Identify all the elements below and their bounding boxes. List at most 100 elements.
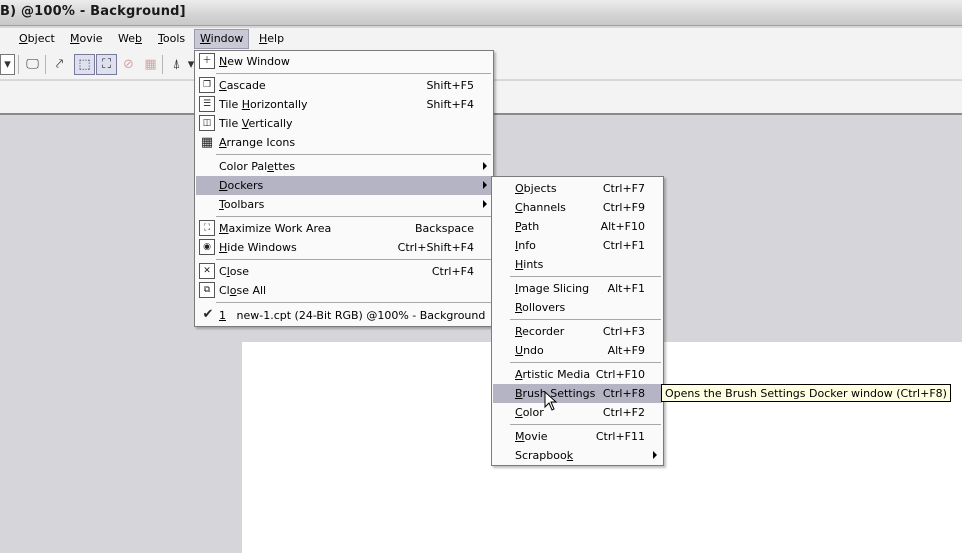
docker-item-scrapbook[interactable]: Scrapbook: [493, 446, 662, 465]
monitor-icon[interactable]: 🖵: [22, 54, 43, 75]
artistic-media-post: rtistic Media: [522, 368, 591, 381]
menu-web-key: b: [135, 32, 142, 45]
open-document-label: 1 new-1.cpt (24-Bit RGB) @100% - Backgro…: [219, 309, 485, 322]
tile-vertically-label: Tile Vertically: [219, 117, 293, 130]
objects-label: Objects: [515, 182, 557, 195]
mask-tool-icon[interactable]: ⬚: [74, 54, 95, 75]
docker-item-path[interactable]: Path Alt+F10: [493, 217, 662, 236]
channels-shortcut: Ctrl+F9: [602, 201, 645, 214]
docker-item-artistic-media[interactable]: Artistic Media Ctrl+F10: [493, 365, 662, 384]
tile-horizontally-icon: ☰: [199, 96, 215, 112]
menu-item-arrange-icons[interactable]: ▦ Arrange Icons: [196, 133, 492, 152]
menu-item-new-window[interactable]: ＋ New Window: [196, 52, 492, 71]
menu-item-dockers[interactable]: Dockers: [196, 176, 492, 195]
docker-item-recorder[interactable]: Recorder Ctrl+F3: [493, 322, 662, 341]
dockers-submenu: Objects Ctrl+F7 Channels Ctrl+F9 Path Al…: [491, 176, 664, 466]
menu-window-key: W: [200, 32, 211, 45]
grid-mask-icon[interactable]: ▦: [140, 54, 161, 75]
close-pre: C: [219, 265, 227, 278]
arrange-icons-label: Arrange Icons: [219, 136, 295, 149]
menu-separator: [216, 73, 491, 74]
docker-item-image-slicing[interactable]: Image Slicing Alt+F1: [493, 279, 662, 298]
new-window-post: ew Window: [227, 55, 290, 68]
menu-item-toolbars[interactable]: Toolbars: [196, 195, 492, 214]
color-palettes-label: Color Palettes: [219, 160, 295, 173]
checkmark-icon: ✔: [202, 306, 214, 322]
menu-item-close-all[interactable]: ⧉ Close All: [196, 281, 492, 300]
menu-movie-key: M: [70, 32, 80, 45]
toolbars-post: oolbars: [223, 198, 265, 211]
color-post: olor: [522, 406, 544, 419]
objects-shortcut: Ctrl+F7: [602, 182, 645, 195]
menu-item-color-palettes[interactable]: Color Palettes: [196, 157, 492, 176]
channels-post: hannels: [522, 201, 566, 214]
submenu-arrow-icon: [483, 162, 487, 170]
zoom-dropdown-arrow-icon[interactable]: ▾: [0, 54, 15, 75]
artistic-media-key: A: [515, 368, 523, 381]
recorder-shortcut: Ctrl+F3: [602, 325, 645, 338]
no-mask-icon[interactable]: ⊘: [118, 54, 139, 75]
menu-movie[interactable]: Movie: [64, 29, 109, 49]
docker-item-rollovers[interactable]: Rollovers: [493, 298, 662, 317]
menu-item-open-document[interactable]: ✔ 1 new-1.cpt (24-Bit RGB) @100% - Backg…: [196, 306, 492, 325]
close-all-post: se All: [236, 284, 267, 297]
image-slicing-post: mage Slicing: [518, 282, 590, 295]
cascade-post: ascade: [226, 79, 266, 92]
menu-tools-post: ools: [162, 32, 186, 45]
menu-item-tile-vertically[interactable]: ◫ Tile Vertically: [196, 114, 492, 133]
open-document-name: new-1.cpt (24-Bit RGB) @100% - Backgroun…: [236, 309, 486, 322]
objects-post: bjects: [523, 182, 557, 195]
toolbar-separator: [162, 55, 163, 74]
submenu-arrow-icon: [483, 200, 487, 208]
menu-separator: [216, 259, 491, 260]
marquee-tool-icon[interactable]: ⛶: [96, 54, 117, 75]
info-shortcut: Ctrl+F1: [602, 239, 645, 252]
channels-label: Channels: [515, 201, 566, 214]
tile-horizontally-post: orizontally: [250, 98, 308, 111]
menu-object[interactable]: Object: [13, 29, 61, 49]
close-all-label: Close All: [219, 284, 266, 297]
menu-item-tile-horizontally[interactable]: ☰ Tile Horizontally Shift+F4: [196, 95, 492, 114]
menu-web[interactable]: Web: [112, 29, 148, 49]
menu-item-hide-windows[interactable]: ◉ Hide Windows Ctrl+Shift+F4: [196, 238, 492, 257]
info-label: Info: [515, 239, 536, 252]
docker-item-color[interactable]: Color Ctrl+F2: [493, 403, 662, 422]
color-key: C: [515, 406, 523, 419]
docker-item-info[interactable]: Info Ctrl+F1: [493, 236, 662, 255]
arrange-icons-icon: ▦: [200, 134, 214, 150]
docker-item-brush-settings[interactable]: Brush Settings Ctrl+F8: [493, 384, 662, 403]
hints-post: ints: [523, 258, 544, 271]
pick-tool-icon[interactable]: ⤤: [49, 54, 70, 75]
scrapbook-label: Scrapbook: [515, 449, 573, 462]
new-window-key: N: [219, 55, 228, 68]
menu-window[interactable]: Window: [194, 29, 250, 49]
brush-settings-shortcut: Ctrl+F8: [602, 387, 645, 400]
launch-icon[interactable]: ⍋: [166, 54, 187, 75]
path-label: Path: [515, 220, 539, 233]
close-all-icon: ⧉: [199, 282, 215, 298]
docker-item-movie[interactable]: Movie Ctrl+F11: [493, 427, 662, 446]
artistic-media-label: Artistic Media: [515, 368, 590, 381]
menu-bar: Object Movie Web Tools Window Help: [0, 28, 962, 50]
toolbars-label: Toolbars: [219, 198, 264, 211]
menu-item-cascade[interactable]: ❐ Cascade Shift+F5: [196, 76, 492, 95]
undo-label: Undo: [515, 344, 544, 357]
image-slicing-shortcut: Alt+F1: [607, 282, 645, 295]
menu-separator: [216, 216, 491, 217]
tile-horizontally-label: Tile Horizontally: [219, 98, 308, 111]
menu-item-close[interactable]: ✕ Close Ctrl+F4: [196, 262, 492, 281]
menu-help[interactable]: Help: [253, 29, 290, 49]
objects-key: O: [515, 182, 524, 195]
menu-tools[interactable]: Tools: [152, 29, 191, 49]
close-post: ose: [229, 265, 249, 278]
image-slicing-label: Image Slicing: [515, 282, 589, 295]
rollovers-label: Rollovers: [515, 301, 565, 314]
docker-item-hints[interactable]: Hints: [493, 255, 662, 274]
docker-item-channels[interactable]: Channels Ctrl+F9: [493, 198, 662, 217]
hints-label: Hints: [515, 258, 543, 271]
info-post: nfo: [518, 239, 536, 252]
submenu-arrow-icon: [483, 181, 487, 189]
docker-item-undo[interactable]: Undo Alt+F9: [493, 341, 662, 360]
menu-item-maximize-work-area[interactable]: ⛶ Maximize Work Area Backspace: [196, 219, 492, 238]
docker-item-objects[interactable]: Objects Ctrl+F7: [493, 179, 662, 198]
